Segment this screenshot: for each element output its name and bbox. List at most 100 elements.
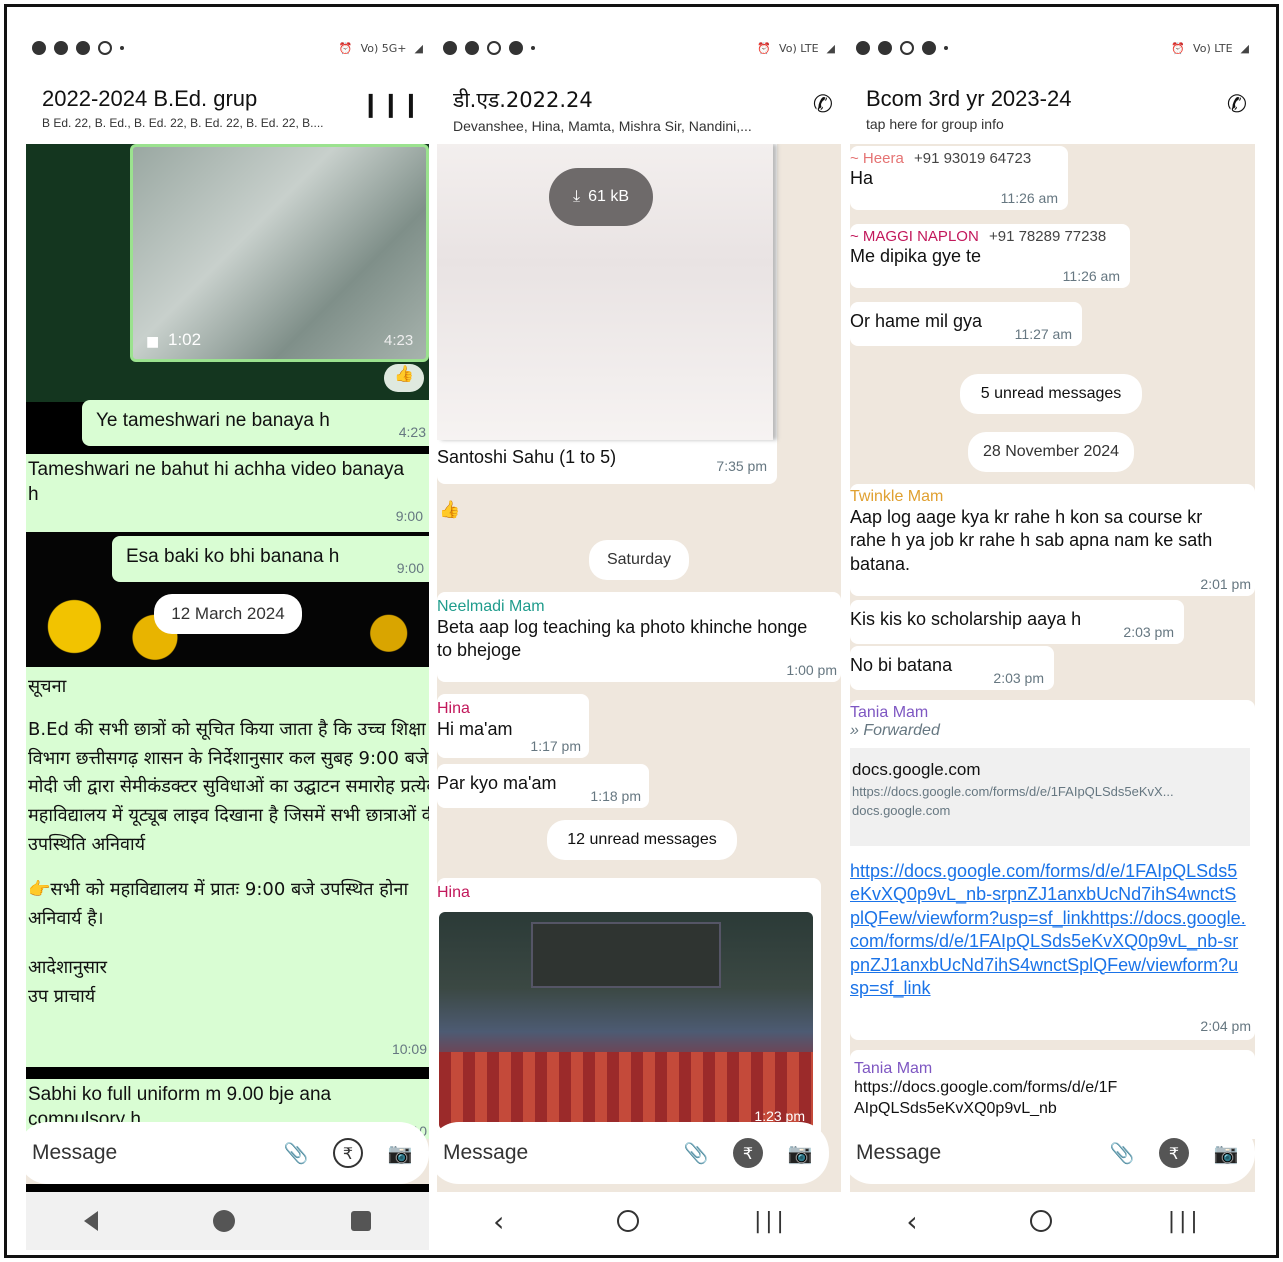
download-icon: ⤓ <box>573 188 581 205</box>
whatsapp-notification-icon <box>465 41 479 55</box>
image-message[interactable]: Hina 1:23 pm <box>437 878 821 1138</box>
message-list[interactable]: ~ Heera +91 93019 64723 Ha 11:26 am ~ MA… <box>850 144 1255 1139</box>
message-input[interactable]: Message <box>32 1141 259 1165</box>
message-input[interactable]: Message <box>856 1141 1085 1165</box>
message-notification-icon <box>443 41 457 55</box>
whatsapp-notification-icon <box>878 41 892 55</box>
message-time: 1:00 pm <box>786 662 837 678</box>
incoming-message[interactable]: Kis kis ko scholarship aaya h 2:03 pm <box>850 600 1184 644</box>
outgoing-message[interactable]: Ye tameshwari ne banaya h 4:23 <box>82 400 429 446</box>
navigation-bar <box>26 1192 429 1250</box>
blackboard <box>531 922 721 988</box>
network-indicator: Vo) LTE <box>779 41 819 55</box>
attach-icon[interactable]: 📎 <box>1107 1138 1137 1168</box>
outgoing-message[interactable]: Tameshwari ne bahut hi achha video banay… <box>26 458 429 532</box>
camera-icon[interactable]: 📷 <box>785 1138 815 1168</box>
thumbs-up-reaction-icon: 👍 <box>384 364 424 392</box>
group-members: B Ed. 22, B. Ed., B. Ed. 22, B. Ed. 22, … <box>42 116 324 130</box>
status-bar: ⏰ Vo) LTE ◢ <box>850 22 1255 74</box>
message-input[interactable]: Message <box>443 1141 659 1165</box>
recents-icon[interactable] <box>351 1211 372 1231</box>
check-notification-icon <box>900 41 914 55</box>
chat-header[interactable]: 2022-2024 B.Ed. grup B Ed. 22, B. Ed., B… <box>26 74 429 144</box>
group-photo[interactable]: 1:23 pm <box>439 912 813 1130</box>
incoming-message[interactable]: Hina Hi ma'am 1:17 pm <box>437 694 589 758</box>
chat-header[interactable]: Bcom 3rd yr 2023-24 tap here for group i… <box>850 74 1255 144</box>
preview-title: docs.google.com <box>852 760 981 779</box>
incoming-message[interactable]: Par kyo ma'am 1:18 pm <box>437 764 649 808</box>
message-text: Hi ma'am <box>437 719 513 739</box>
audio-call-icon[interactable]: ❙❙❙ <box>361 90 421 118</box>
attach-icon[interactable]: 📎 <box>681 1138 711 1168</box>
back-icon[interactable]: ‹ <box>906 1205 917 1238</box>
notice-body: B.Ed की सभी छात्रों को सूचित किया जाता ह… <box>28 718 429 855</box>
message-text: Par kyo ma'am <box>437 773 557 793</box>
app-notification-icon <box>76 41 90 55</box>
add-call-icon[interactable]: ✆ <box>1227 90 1247 118</box>
unread-divider: 5 unread messages <box>960 374 1142 414</box>
forwarded-link-message[interactable]: Tania Mam » Forwarded docs.google.com ht… <box>850 700 1255 1040</box>
message-composer[interactable]: Message 📎 ₹ 📷 <box>437 1122 829 1184</box>
message-time: 9:00 <box>396 560 424 576</box>
sender-phone: +91 78289 77238 <box>988 228 1107 245</box>
incoming-message[interactable]: No bi batana 2:03 pm <box>850 646 1054 690</box>
message-notification-icon <box>856 41 870 55</box>
home-icon[interactable] <box>213 1210 236 1232</box>
outgoing-message[interactable]: Esa baki ko bhi banana h 9:00 <box>112 536 429 582</box>
signal-icon: ◢ <box>1240 41 1249 55</box>
forwarded-icon: » <box>850 722 859 739</box>
recents-icon[interactable]: ||| <box>1165 1209 1201 1234</box>
chat-panel-bed-group: ⏰ Vo) 5G+ ◢ 2022-2024 B.Ed. grup B Ed. 2… <box>26 22 429 1250</box>
sender-name: Tania Mam <box>850 704 929 721</box>
video-message[interactable]: ■ 1:02 4:23 👍 <box>26 144 429 429</box>
rupee-payment-icon[interactable]: ₹ <box>733 1138 763 1168</box>
alarm-icon: ⏰ <box>1171 41 1186 55</box>
link-preview[interactable]: docs.google.com https://docs.google.com/… <box>850 748 1250 846</box>
incoming-message[interactable]: ~ MAGGI NAPLON +91 78289 77238 Me dipika… <box>850 224 1130 288</box>
incoming-message[interactable]: ~ Heera +91 93019 64723 Ha 11:26 am <box>850 146 1068 210</box>
notice-message[interactable]: सूचना B.Ed की सभी छात्रों को सूचित किया … <box>26 667 429 1067</box>
message-text: https://docs.google.com/forms/d/e/1FAIpQ… <box>854 1079 1118 1117</box>
incoming-message[interactable]: Twinkle Mam Aap log aage kya kr rahe h k… <box>850 484 1255 596</box>
camera-icon[interactable]: 📷 <box>1211 1138 1241 1168</box>
sender-name: Hina <box>437 884 470 901</box>
chat-header[interactable]: डी.एड.2022.24 Devanshee, Hina, Mamta, Mi… <box>437 74 841 144</box>
message-time: 1:17 pm <box>530 738 581 754</box>
home-icon[interactable] <box>616 1210 639 1232</box>
back-icon[interactable] <box>83 1211 98 1231</box>
download-button[interactable]: ⤓ 61 kB <box>549 168 653 226</box>
incoming-message[interactable]: Or hame mil gya 11:27 am <box>850 302 1082 346</box>
add-call-icon[interactable]: ✆ <box>813 90 833 118</box>
forwarded-label: » Forwarded <box>850 722 940 739</box>
message-list[interactable]: ⤓ 61 kB Santoshi Sahu (1 to 5) 7:35 pm 👍… <box>437 144 841 1139</box>
camera-icon[interactable]: 📷 <box>385 1138 415 1168</box>
recents-icon[interactable]: ||| <box>751 1209 787 1234</box>
group-info-hint: tap here for group info <box>866 116 1004 132</box>
file-message[interactable]: ⤓ 61 kB Santoshi Sahu (1 to 5) 7:35 pm <box>437 144 777 484</box>
message-list[interactable]: ■ 1:02 4:23 👍 Ye tameshwari ne banaya h … <box>26 144 429 1139</box>
message-composer[interactable]: Message 📎 ₹ 📷 <box>850 1122 1255 1184</box>
home-icon[interactable] <box>1030 1210 1053 1232</box>
attach-icon[interactable]: 📎 <box>281 1138 311 1168</box>
message-time: 11:27 am <box>1014 326 1072 342</box>
message-text: Beta aap log teaching ka photo khinche h… <box>437 617 808 661</box>
app-notification-icon <box>509 41 523 55</box>
group-title: 2022-2024 B.Ed. grup <box>42 86 258 111</box>
rupee-payment-icon[interactable]: ₹ <box>1159 1138 1189 1168</box>
group-title: डी.एड.2022.24 <box>453 88 593 112</box>
status-bar: ⏰ Vo) LTE ◢ <box>437 22 841 74</box>
network-indicator: Vo) 5G+ <box>360 41 407 55</box>
message-text: Tameshwari ne bahut hi achha video banay… <box>28 459 405 505</box>
rupee-payment-icon[interactable]: ₹ <box>333 1138 363 1168</box>
group-title: Bcom 3rd yr 2023-24 <box>866 86 1072 111</box>
day-divider: Saturday <box>589 540 689 580</box>
alarm-icon: ⏰ <box>338 41 353 55</box>
back-icon[interactable]: ‹ <box>493 1205 504 1238</box>
sender-name: ~ MAGGI NAPLON <box>850 228 979 245</box>
form-link[interactable]: https://docs.google.com/forms/d/e/1FAIpQ… <box>850 860 1246 1020</box>
message-composer[interactable]: Message 📎 ₹ 📷 <box>26 1122 429 1184</box>
message-time: 2:01 pm <box>1200 576 1251 592</box>
pointing-hand-icon: 👉 <box>28 878 51 900</box>
message-text: No bi batana <box>850 655 953 675</box>
incoming-message[interactable]: Neelmadi Mam Beta aap log teaching ka ph… <box>437 592 841 682</box>
